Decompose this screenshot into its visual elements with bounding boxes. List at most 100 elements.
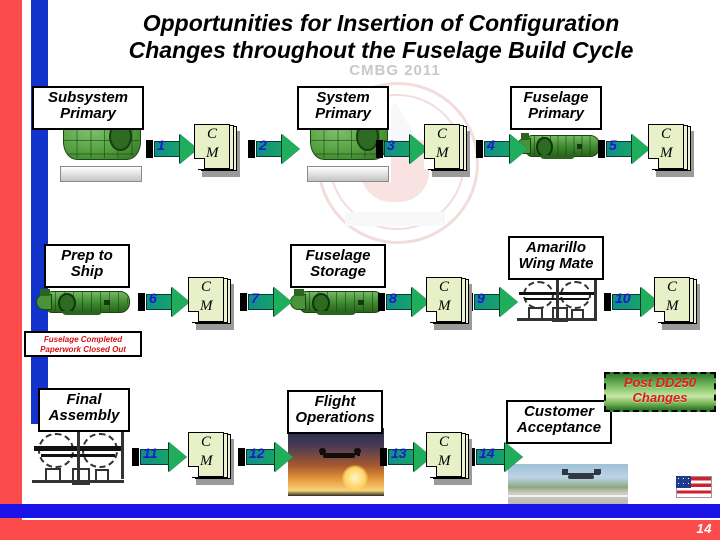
flow-arrow-number: 9 — [477, 290, 485, 306]
stage-label-fuselage-primary: Fuselage Primary — [510, 86, 602, 130]
page-number: 14 — [696, 521, 712, 536]
stage-label-line-2: Storage — [310, 263, 366, 281]
stage-label-line-2: Operations — [295, 409, 375, 427]
flow-arrow-number: 4 — [487, 137, 495, 153]
stage-label-line-1: Fuselage — [305, 247, 371, 264]
stage-label-flight-operations: Flight Operations — [287, 390, 383, 434]
cm-label-c: C — [667, 279, 678, 295]
footer-blue-rule — [0, 504, 720, 518]
flow-arrow-7: 7 — [240, 287, 292, 317]
callout-fuselage-completed: Fuselage Completed Paperwork Closed Out — [24, 331, 142, 357]
flow-arrow-2: 2 — [248, 134, 300, 164]
callout-line-1: Fuselage Completed — [43, 335, 123, 344]
cm-label-m: M — [200, 453, 213, 469]
flow-arrow-10: 10 — [604, 287, 660, 317]
page-title: Opportunities for Insertion of Configura… — [56, 10, 706, 63]
slide-canvas: CMBG 2011 Opportunities for Insertion of… — [0, 0, 720, 540]
stage-label-line-1: Flight — [314, 393, 356, 410]
stage-label-fuselage-storage: Fuselage Storage — [290, 244, 386, 288]
flow-arrow-12: 12 — [238, 442, 294, 472]
flow-arrow-5: 5 — [598, 134, 650, 164]
cm-label-m: M — [436, 145, 449, 161]
stage-label-line-1: Subsystem — [47, 89, 129, 106]
stage-label-line-1: System — [316, 89, 370, 106]
cm-label-c: C — [201, 279, 212, 295]
stage-label-line-2: Primary — [528, 105, 584, 123]
flow-arrow-4: 4 — [476, 134, 528, 164]
stage-label-final-assembly: Final Assembly — [38, 388, 130, 432]
cm-label-m: M — [200, 298, 213, 314]
stage-graphic-flight-operations — [288, 428, 384, 496]
flow-arrow-8: 8 — [378, 287, 430, 317]
stage-label-line-1: Fuselage — [523, 89, 589, 106]
stage-label-line-2: Acceptance — [516, 419, 602, 437]
stage-graphic-final-assembly — [26, 424, 130, 490]
callout-line-2: Paperwork Closed Out — [40, 345, 126, 354]
cm-label-m: M — [438, 298, 451, 314]
stage-label-amarillo-wing-mate: Amarillo Wing Mate — [508, 236, 604, 280]
flow-arrow-number: 7 — [251, 290, 259, 306]
flow-arrow-number: 12 — [249, 445, 265, 461]
stage-graphic-fuselage-storage — [290, 284, 390, 318]
stage-label-system-primary: System Primary — [297, 86, 389, 130]
flow-arrow-9: 9 — [466, 287, 518, 317]
flow-arrow-number: 14 — [479, 445, 495, 461]
page-title-line-1: Opportunities for Insertion of Configura… — [142, 10, 620, 36]
stage-label-subsystem-primary: Subsystem Primary — [32, 86, 144, 130]
cm-node-2: C M — [424, 123, 470, 177]
cm-label-c: C — [207, 126, 218, 142]
cm-label-m: M — [666, 298, 679, 314]
callout-post-dd250-changes: Post DD250 Changes — [604, 372, 716, 412]
flow-arrow-13: 13 — [380, 442, 432, 472]
cm-label-c: C — [439, 434, 450, 450]
stage-label-line-1: Prep to — [61, 247, 113, 264]
flow-arrow-1: 1 — [146, 134, 198, 164]
cm-label-m: M — [438, 453, 451, 469]
page-title-line-2: Changes throughout the Fuselage Build Cy… — [128, 36, 634, 63]
cm-node-7: C M — [188, 431, 234, 485]
cm-label-m: M — [660, 145, 673, 161]
flow-arrow-number: 5 — [609, 137, 617, 153]
stage-label-line-1: Final — [66, 391, 102, 408]
flow-arrow-number: 3 — [387, 137, 395, 153]
flow-arrow-number: 6 — [149, 290, 157, 306]
flow-arrow-number: 2 — [259, 137, 267, 153]
stage-label-prep-to-ship: Prep to Ship — [44, 244, 130, 288]
flow-arrow-number: 11 — [143, 445, 158, 461]
flow-arrow-11: 11 — [132, 442, 188, 472]
stage-graphic-amarillo-wing-mate — [512, 274, 602, 326]
flow-arrow-number: 8 — [389, 290, 397, 306]
stage-label-line-1: Amarillo — [525, 239, 586, 256]
flow-arrow-number: 1 — [157, 137, 165, 153]
stage-label-line-2: Primary — [315, 105, 371, 123]
cm-label-m: M — [206, 145, 219, 161]
cm-label-c: C — [437, 126, 448, 142]
flow-arrow-number: 13 — [391, 445, 407, 461]
stage-label-line-2: Wing Mate — [518, 255, 594, 273]
stage-graphic-fuselage-primary — [517, 128, 605, 162]
footer-red-band — [0, 520, 720, 540]
watermark-label: CMBG 2011 — [349, 62, 441, 79]
flow-arrow-number: 10 — [615, 290, 631, 306]
cm-node-4: C M — [188, 276, 234, 330]
left-red-stripe — [0, 0, 22, 540]
united-states-flag-icon — [676, 476, 712, 498]
flow-arrow-14: 14 — [468, 442, 524, 472]
cm-node-8: C M — [426, 431, 472, 485]
flow-arrow-6: 6 — [138, 287, 190, 317]
stage-label-line-2: Assembly — [48, 407, 120, 425]
cm-label-c: C — [201, 434, 212, 450]
stage-graphic-customer-acceptance — [508, 464, 628, 504]
cm-node-3: C M — [648, 123, 694, 177]
callout-line-1: Post DD250 — [623, 375, 697, 390]
cm-node-1: C M — [194, 123, 240, 177]
stage-label-line-1: Customer — [523, 403, 594, 420]
callout-line-2: Changes — [632, 389, 688, 405]
cm-node-6: C M — [654, 276, 700, 330]
stage-label-line-2: Primary — [60, 105, 116, 123]
flow-arrow-3: 3 — [376, 134, 428, 164]
cm-label-c: C — [439, 279, 450, 295]
stage-graphic-prep-to-ship — [36, 284, 136, 318]
cm-node-5: C M — [426, 276, 472, 330]
stage-label-customer-acceptance: Customer Acceptance — [506, 400, 612, 444]
